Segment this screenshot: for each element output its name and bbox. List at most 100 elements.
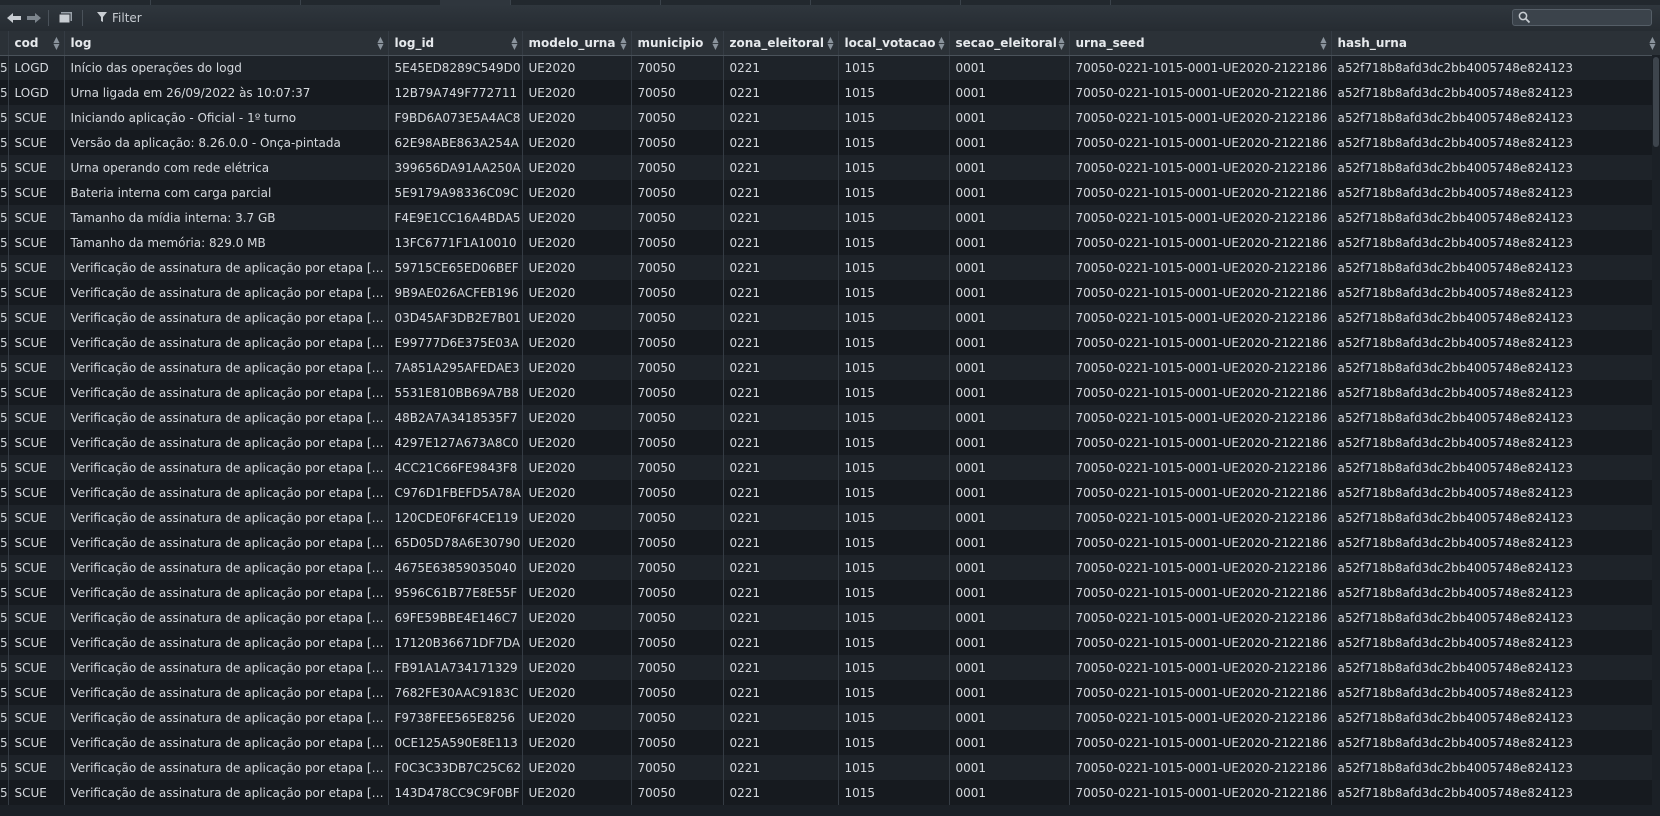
- cell-local-votacao[interactable]: 1015: [838, 305, 950, 330]
- cell-secao-eleitoral[interactable]: 0001: [949, 405, 1070, 430]
- cell-local-votacao[interactable]: 1015: [838, 355, 950, 380]
- cell-local-votacao[interactable]: 1015: [838, 505, 950, 530]
- cell-local-votacao[interactable]: 1015: [838, 455, 950, 480]
- cell-zona-eleitoral[interactable]: 0221: [723, 680, 839, 705]
- cell-urna-seed[interactable]: 70050-0221-1015-0001-UE2020-2122186: [1069, 705, 1332, 730]
- cell-log[interactable]: Verificação de assinatura de aplicação p…: [64, 380, 389, 405]
- cell-modelo-urna[interactable]: UE2020: [522, 205, 632, 230]
- cell-hash-urna[interactable]: a52f718b8afd3dc2bb4005748e824123: [1331, 755, 1660, 780]
- table-row[interactable]: 5 LOGD Urna ligada em 26/09/2022 às 10:07:…: [0, 80, 1660, 105]
- cell-modelo-urna[interactable]: UE2020: [522, 605, 632, 630]
- table-row[interactable]: 5 SCUE Verificação de assinatura de aplica…: [0, 280, 1660, 305]
- cell-local-votacao[interactable]: 1015: [838, 105, 950, 130]
- cell-zona-eleitoral[interactable]: 0221: [723, 555, 839, 580]
- cell-hash-urna[interactable]: a52f718b8afd3dc2bb4005748e824123: [1331, 430, 1660, 455]
- cell-zona-eleitoral[interactable]: 0221: [723, 305, 839, 330]
- cell-secao-eleitoral[interactable]: 0001: [949, 730, 1070, 755]
- cell-log[interactable]: Verificação de assinatura de aplicação p…: [64, 530, 389, 555]
- cell-modelo-urna[interactable]: UE2020: [522, 305, 632, 330]
- column-header-secao-eleitoral[interactable]: secao_eleitoral ▲ ▼: [949, 31, 1070, 56]
- cell-cod[interactable]: SCUE: [8, 480, 65, 505]
- cell-municipio[interactable]: 70050: [631, 730, 724, 755]
- cell-cod[interactable]: SCUE: [8, 680, 65, 705]
- table-row[interactable]: 5 SCUE Verificação de assinatura de aplica…: [0, 255, 1660, 280]
- cell-zona-eleitoral[interactable]: 0221: [723, 780, 839, 805]
- cell-modelo-urna[interactable]: UE2020: [522, 80, 632, 105]
- cell-urna-seed[interactable]: 70050-0221-1015-0001-UE2020-2122186: [1069, 780, 1332, 805]
- cell-secao-eleitoral[interactable]: 0001: [949, 530, 1070, 555]
- cell-cod[interactable]: SCUE: [8, 605, 65, 630]
- cell-municipio[interactable]: 70050: [631, 455, 724, 480]
- table-row[interactable]: 5 SCUE Verificação de assinatura de aplica…: [0, 605, 1660, 630]
- cell-log-id[interactable]: 5E45ED8289C549D0: [388, 55, 523, 80]
- cell-local-votacao[interactable]: 1015: [838, 580, 950, 605]
- cell-log-id[interactable]: F4E9E1CC16A4BDA5: [388, 205, 523, 230]
- cell-zona-eleitoral[interactable]: 0221: [723, 730, 839, 755]
- cell-municipio[interactable]: 70050: [631, 380, 724, 405]
- cell-urna-seed[interactable]: 70050-0221-1015-0001-UE2020-2122186: [1069, 730, 1332, 755]
- cell-log[interactable]: Verificação de assinatura de aplicação p…: [64, 730, 389, 755]
- cell-urna-seed[interactable]: 70050-0221-1015-0001-UE2020-2122186: [1069, 180, 1332, 205]
- column-header-modelo-urna[interactable]: modelo_urna ▲ ▼: [522, 31, 632, 56]
- table-row[interactable]: 5 SCUE Verificação de assinatura de aplica…: [0, 330, 1660, 355]
- cell-zona-eleitoral[interactable]: 0221: [723, 655, 839, 680]
- sort-arrows-icon[interactable]: ▲ ▼: [377, 36, 383, 51]
- cell-urna-seed[interactable]: 70050-0221-1015-0001-UE2020-2122186: [1069, 530, 1332, 555]
- column-header-log-id[interactable]: log_id ▲ ▼: [388, 31, 523, 56]
- cell-municipio[interactable]: 70050: [631, 130, 724, 155]
- cell-secao-eleitoral[interactable]: 0001: [949, 205, 1070, 230]
- cell-local-votacao[interactable]: 1015: [838, 130, 950, 155]
- cell-local-votacao[interactable]: 1015: [838, 280, 950, 305]
- sort-arrows-icon[interactable]: ▲ ▼: [511, 36, 517, 51]
- cell-log[interactable]: Urna operando com rede elétrica: [64, 155, 389, 180]
- cell-modelo-urna[interactable]: UE2020: [522, 580, 632, 605]
- cell-secao-eleitoral[interactable]: 0001: [949, 255, 1070, 280]
- cell-municipio[interactable]: 70050: [631, 55, 724, 80]
- cell-log[interactable]: Verificação de assinatura de aplicação p…: [64, 430, 389, 455]
- cell-log-id[interactable]: E99777D6E375E03A: [388, 330, 523, 355]
- cell-hash-urna[interactable]: a52f718b8afd3dc2bb4005748e824123: [1331, 355, 1660, 380]
- cell-local-votacao[interactable]: 1015: [838, 230, 950, 255]
- cell-zona-eleitoral[interactable]: 0221: [723, 155, 839, 180]
- cell-secao-eleitoral[interactable]: 0001: [949, 755, 1070, 780]
- table-row[interactable]: 5 SCUE Verificação de assinatura de aplica…: [0, 755, 1660, 780]
- table-row[interactable]: 5 SCUE Verificação de assinatura de aplica…: [0, 730, 1660, 755]
- cell-urna-seed[interactable]: 70050-0221-1015-0001-UE2020-2122186: [1069, 755, 1332, 780]
- table-row[interactable]: 5 SCUE Verificação de assinatura de aplica…: [0, 405, 1660, 430]
- table-row[interactable]: 5 SCUE Verificação de assinatura de aplica…: [0, 480, 1660, 505]
- cell-secao-eleitoral[interactable]: 0001: [949, 630, 1070, 655]
- cell-urna-seed[interactable]: 70050-0221-1015-0001-UE2020-2122186: [1069, 605, 1332, 630]
- cell-local-votacao[interactable]: 1015: [838, 680, 950, 705]
- cell-zona-eleitoral[interactable]: 0221: [723, 430, 839, 455]
- cell-modelo-urna[interactable]: UE2020: [522, 555, 632, 580]
- cell-municipio[interactable]: 70050: [631, 580, 724, 605]
- cell-cod[interactable]: SCUE: [8, 330, 65, 355]
- cell-urna-seed[interactable]: 70050-0221-1015-0001-UE2020-2122186: [1069, 505, 1332, 530]
- cell-hash-urna[interactable]: a52f718b8afd3dc2bb4005748e824123: [1331, 380, 1660, 405]
- cell-log[interactable]: Bateria interna com carga parcial: [64, 180, 389, 205]
- cell-modelo-urna[interactable]: UE2020: [522, 530, 632, 555]
- cell-modelo-urna[interactable]: UE2020: [522, 155, 632, 180]
- cell-modelo-urna[interactable]: UE2020: [522, 480, 632, 505]
- cell-hash-urna[interactable]: a52f718b8afd3dc2bb4005748e824123: [1331, 55, 1660, 80]
- cell-log-id[interactable]: 5E9179A98336C09C: [388, 180, 523, 205]
- cell-log[interactable]: Verificação de assinatura de aplicação p…: [64, 705, 389, 730]
- cell-cod[interactable]: SCUE: [8, 180, 65, 205]
- cell-urna-seed[interactable]: 70050-0221-1015-0001-UE2020-2122186: [1069, 455, 1332, 480]
- cell-local-votacao[interactable]: 1015: [838, 55, 950, 80]
- cell-secao-eleitoral[interactable]: 0001: [949, 105, 1070, 130]
- cell-municipio[interactable]: 70050: [631, 330, 724, 355]
- cell-hash-urna[interactable]: a52f718b8afd3dc2bb4005748e824123: [1331, 530, 1660, 555]
- cell-log-id[interactable]: 143D478CC9C9F0BF: [388, 780, 523, 805]
- cell-modelo-urna[interactable]: UE2020: [522, 280, 632, 305]
- cell-log[interactable]: Verificação de assinatura de aplicação p…: [64, 505, 389, 530]
- cell-cod[interactable]: SCUE: [8, 705, 65, 730]
- cell-log-id[interactable]: 69FE59BBE4E146C7: [388, 605, 523, 630]
- cell-zona-eleitoral[interactable]: 0221: [723, 330, 839, 355]
- cell-modelo-urna[interactable]: UE2020: [522, 680, 632, 705]
- cell-local-votacao[interactable]: 1015: [838, 155, 950, 180]
- cell-zona-eleitoral[interactable]: 0221: [723, 580, 839, 605]
- cell-modelo-urna[interactable]: UE2020: [522, 130, 632, 155]
- cell-zona-eleitoral[interactable]: 0221: [723, 705, 839, 730]
- cell-cod[interactable]: SCUE: [8, 280, 65, 305]
